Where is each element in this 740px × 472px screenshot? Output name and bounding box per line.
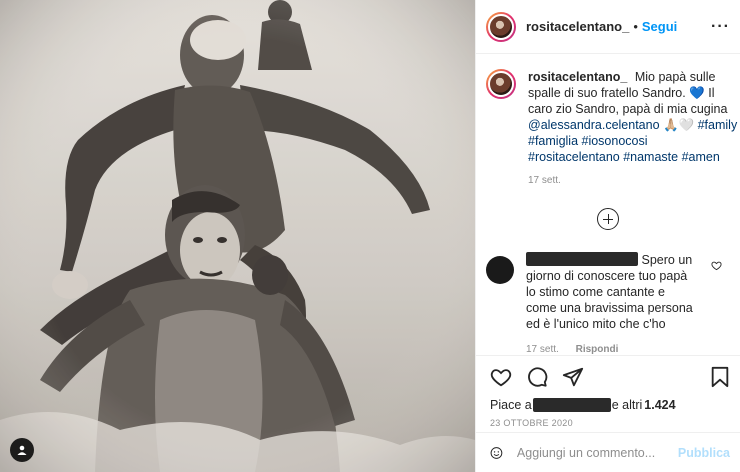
comment-timestamp: 17 sett. xyxy=(526,344,559,355)
blue-heart-emoji: 💙 xyxy=(689,86,705,100)
redacted-liker xyxy=(532,398,611,412)
post-username[interactable]: rositacelentano_ xyxy=(526,19,629,34)
mention-link[interactable]: @alessandra.celentano xyxy=(528,118,660,132)
load-more-comments-icon[interactable] xyxy=(597,208,619,230)
photo-image xyxy=(0,0,475,472)
caption: rositacelentano_ Mio papà sulle spalle d… xyxy=(486,69,737,186)
post-header: rositacelentano_ • Segui ··· xyxy=(476,0,740,54)
more-options-icon[interactable]: ··· xyxy=(711,18,730,36)
likes-count: 1.424 xyxy=(644,398,676,412)
user-icon xyxy=(17,445,27,455)
publish-button[interactable]: Pubblica xyxy=(678,446,730,460)
caption-emojis: 🙏🏼🤍 xyxy=(659,118,698,132)
save-bookmark-icon[interactable] xyxy=(710,366,730,388)
tag-user-icon[interactable] xyxy=(10,438,34,462)
caption-avatar[interactable] xyxy=(486,69,516,99)
avatar[interactable] xyxy=(486,11,516,42)
likes-summary[interactable]: Piace a e altri 1.424 xyxy=(490,398,730,412)
likes-suffix: e altri xyxy=(611,398,643,412)
likes-prefix: Piace a xyxy=(490,398,532,412)
caption-text: rositacelentano_ Mio papà sulle spalle d… xyxy=(528,69,738,165)
follow-button[interactable]: Segui xyxy=(642,19,677,34)
comment-item: Spero un giorno di conoscere tuo papà lo… xyxy=(486,252,730,358)
commenter-avatar[interactable] xyxy=(486,256,514,284)
caption-username[interactable]: rositacelentano_ xyxy=(528,70,627,84)
like-icon[interactable] xyxy=(490,366,512,388)
emoji-icon[interactable] xyxy=(490,442,503,464)
redacted-username xyxy=(526,252,638,266)
separator-dot: • xyxy=(633,19,638,34)
share-icon[interactable] xyxy=(562,366,584,388)
post-actions: Piace a e altri 1.424 23 OTTOBRE 2020 xyxy=(476,355,740,428)
add-comment-bar: Pubblica xyxy=(476,432,740,472)
comment-icon[interactable] xyxy=(526,366,548,388)
comment-text-block: Spero un giorno di conoscere tuo papà lo… xyxy=(526,252,696,332)
caption-timestamp: 17 sett. xyxy=(528,175,561,186)
post-photo[interactable] xyxy=(0,0,475,472)
comments-section: rositacelentano_ Mio papà sulle spalle d… xyxy=(476,55,740,355)
comment-input[interactable] xyxy=(516,445,678,460)
reply-button[interactable]: Rispondi xyxy=(576,344,619,355)
post-side-panel: rositacelentano_ • Segui ··· rositacelen… xyxy=(475,0,740,472)
like-comment-icon[interactable] xyxy=(711,260,722,271)
post-date: 23 OTTOBRE 2020 xyxy=(490,418,573,428)
